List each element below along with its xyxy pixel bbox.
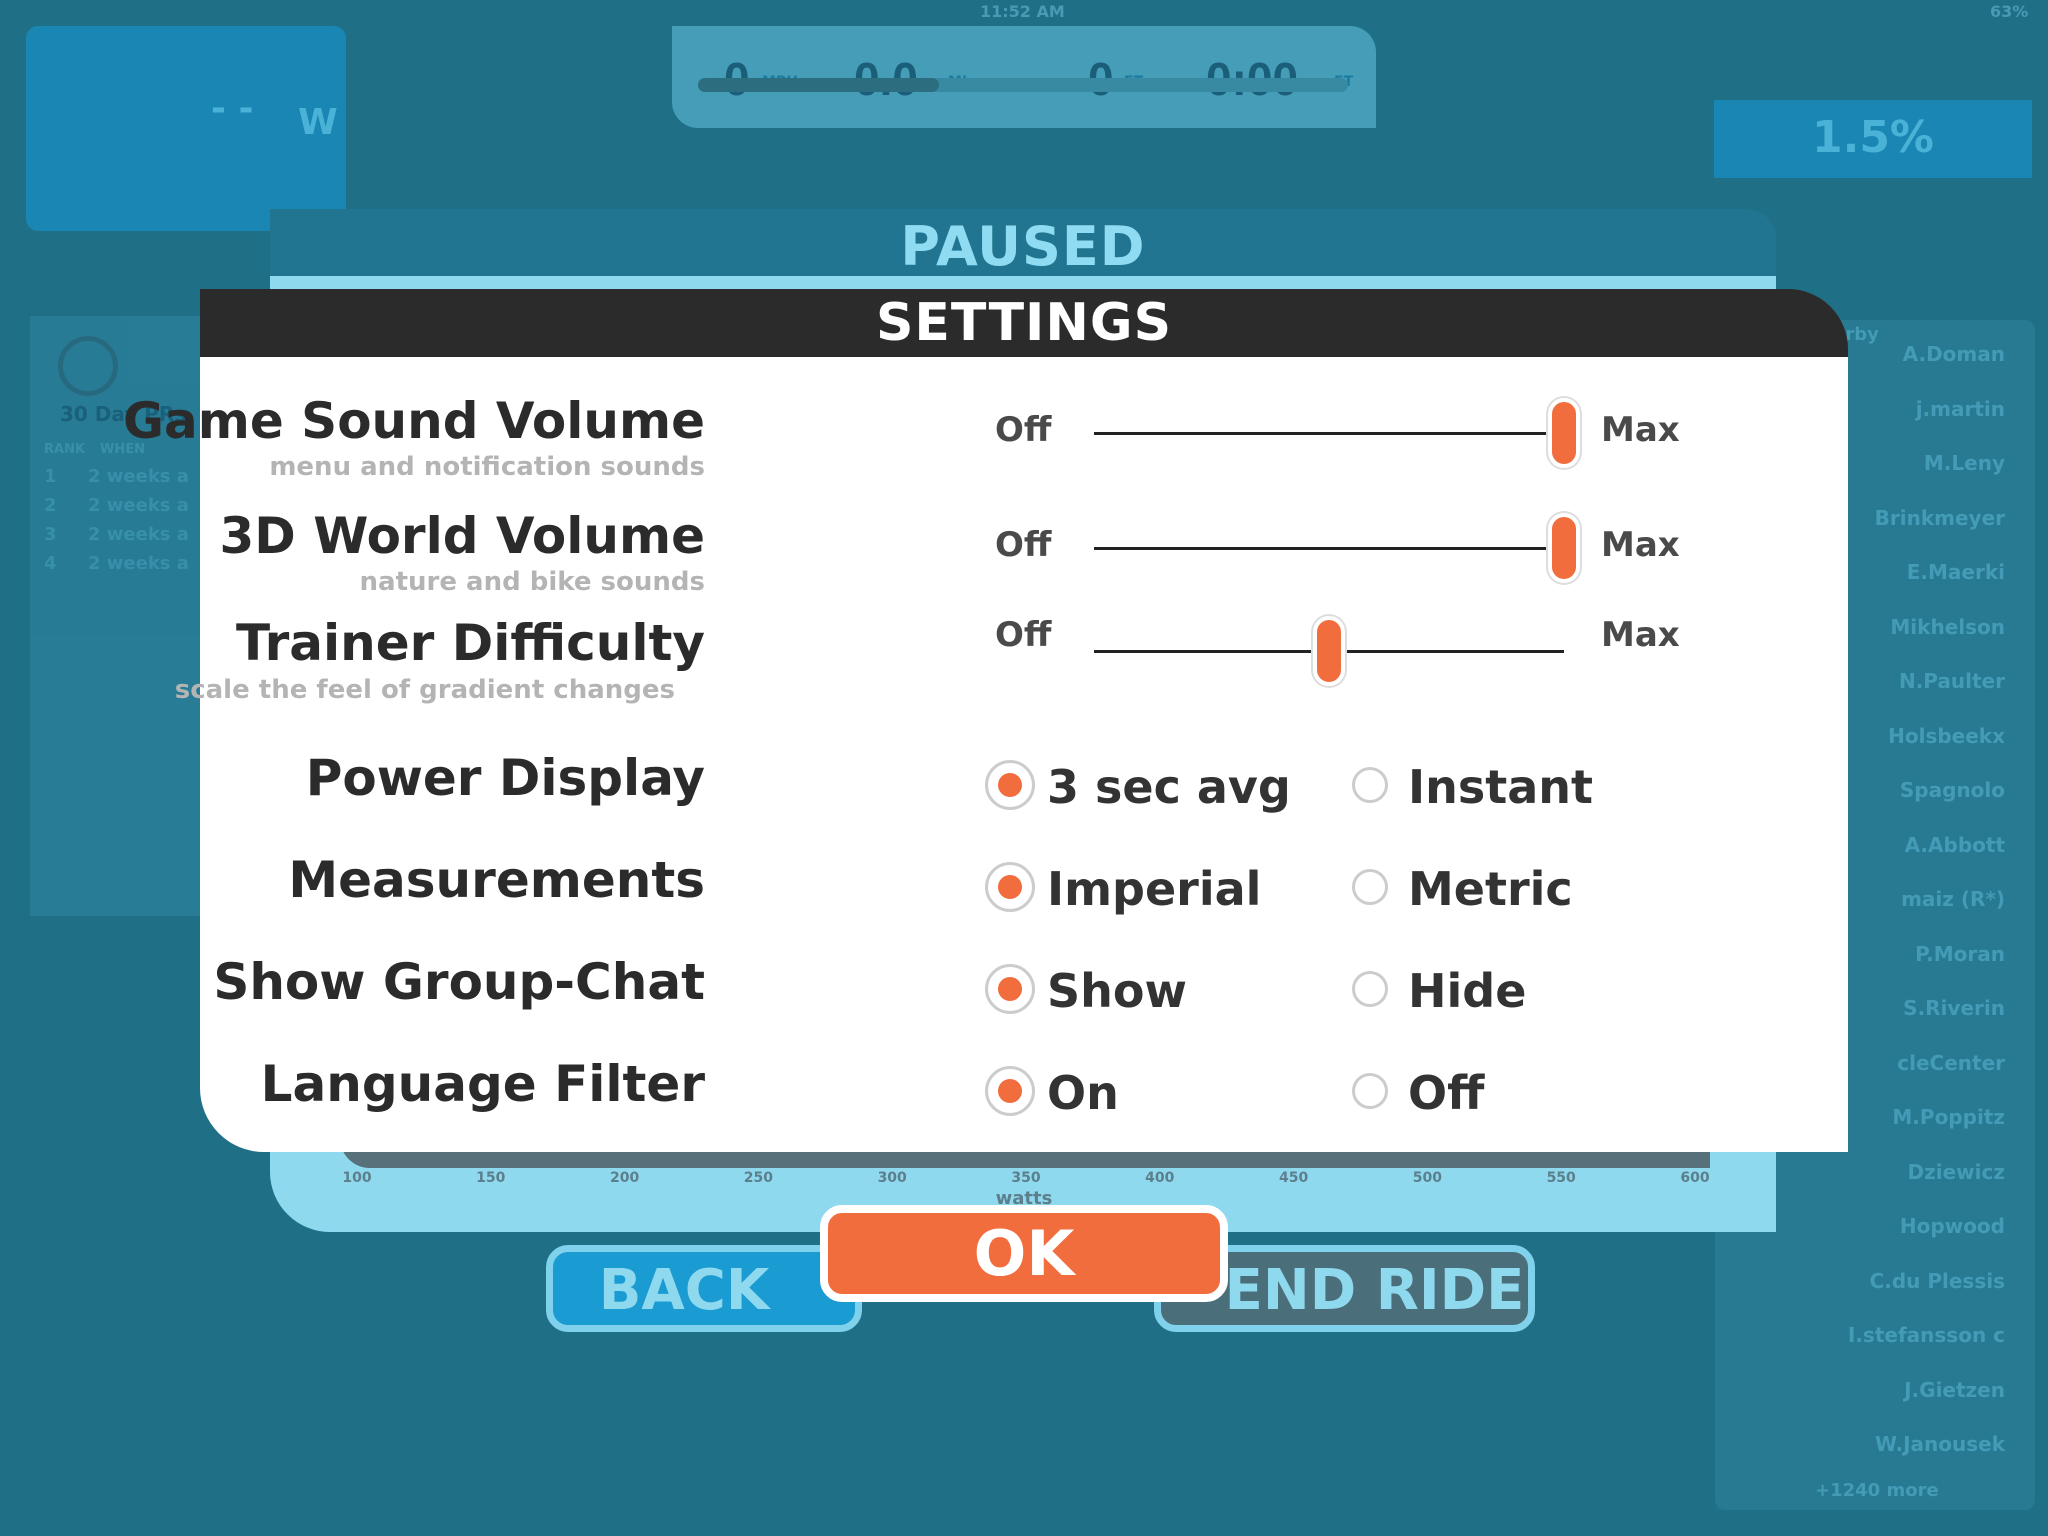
rider-name[interactable]: I.stefansson c [1848, 1323, 2005, 1347]
radio-imperial[interactable] [985, 862, 1035, 912]
rider-name[interactable]: Spagnolo [1900, 778, 2005, 802]
radio-label[interactable]: Show [1047, 964, 1187, 1018]
rider-name[interactable]: A.Abbott [1905, 833, 2005, 857]
option-label: Show Group-Chat [213, 953, 705, 1011]
ride-stats-bar: 0 MPH 0.0 MI 0 FT 0:00 ET [672, 26, 1376, 128]
rider-name[interactable]: Holsbeekx [1888, 724, 2005, 748]
axis-tick: 600 [1680, 1170, 1710, 1186]
radio-3-sec-avg[interactable] [985, 760, 1035, 810]
axis-tick: 250 [743, 1170, 774, 1186]
grade-display: 1.5% [1714, 100, 2032, 178]
axis-tick: 200 [609, 1170, 640, 1186]
option-label: Measurements [288, 851, 705, 909]
rider-name[interactable]: maiz (R*) [1901, 887, 2005, 911]
rider-name[interactable]: N.Paulter [1899, 669, 2005, 693]
back-button[interactable]: BACK [546, 1245, 862, 1332]
rider-name[interactable]: P.Moran [1915, 942, 2005, 966]
slider-thumb[interactable] [1548, 398, 1580, 468]
slider-track[interactable] [1094, 547, 1564, 550]
slider-track[interactable] [1094, 432, 1564, 435]
slider-label: Trainer Difficulty [236, 614, 705, 672]
axis-tick: 350 [1011, 1170, 1041, 1186]
slider-max-label: Max [1601, 615, 1680, 655]
option-label: Language Filter [260, 1055, 705, 1113]
slider-label: 3D World Volume [219, 507, 705, 565]
radio-label[interactable]: Instant [1408, 760, 1593, 814]
slider-sublabel: menu and notification sounds [269, 452, 705, 482]
rider-name[interactable]: S.Riverin [1903, 996, 2005, 1020]
option-label: Power Display [305, 749, 705, 807]
col-rank: RANK [44, 442, 86, 457]
radio-instant[interactable] [1352, 767, 1388, 803]
slider-max-label: Max [1601, 525, 1680, 565]
axis-tick: 100 [342, 1170, 372, 1186]
power-display: - - W [26, 26, 346, 231]
pr-rank: 3 [44, 524, 57, 545]
axis-tick: 300 [877, 1170, 907, 1186]
clock: 11:52 AM [980, 2, 1065, 21]
battery: 63% [1990, 2, 2029, 21]
radio-hide[interactable] [1352, 971, 1388, 1007]
rider-name[interactable]: cleCenter [1897, 1051, 2005, 1075]
axis-tick: 550 [1546, 1170, 1576, 1186]
axis-tick: 450 [1278, 1170, 1309, 1186]
ok-button[interactable]: OK [820, 1205, 1228, 1302]
pr-when: 2 weeks a [88, 495, 189, 516]
axis-tick: 500 [1412, 1170, 1443, 1186]
radio-label[interactable]: 3 sec avg [1047, 760, 1291, 814]
slider-thumb[interactable] [1548, 513, 1580, 583]
settings-title: SETTINGS [875, 293, 1173, 353]
grade-value: 1.5% [1811, 112, 1935, 163]
pr-rank: 2 [44, 495, 57, 516]
rider-name[interactable]: j.martin [1916, 397, 2005, 421]
axis-tick: 150 [476, 1170, 506, 1186]
rider-name[interactable]: Dziewicz [1908, 1160, 2006, 1184]
slider-thumb[interactable] [1313, 616, 1345, 686]
slider-min-label: Off [995, 615, 1052, 655]
radio-label[interactable]: On [1047, 1066, 1119, 1120]
rider-name[interactable]: Hopwood [1900, 1214, 2005, 1238]
rider-name[interactable]: Brinkmeyer [1875, 506, 2005, 530]
paused-title: PAUSED [900, 215, 1146, 278]
slider-label: Game Sound Volume [122, 392, 705, 450]
pr-when: 2 weeks a [88, 553, 189, 574]
rider-name[interactable]: Mikhelson [1890, 615, 2005, 639]
rider-name[interactable]: A.Doman [1903, 342, 2005, 366]
pr-when: 2 weeks a [88, 524, 189, 545]
slider-max-label: Max [1601, 410, 1680, 450]
pr-when: 2 weeks a [88, 466, 189, 487]
radio-label[interactable]: Off [1408, 1066, 1484, 1120]
slider-sublabel: scale the feel of gradient changes [174, 675, 675, 705]
rider-name[interactable]: E.Maerki [1907, 560, 2005, 584]
radio-label[interactable]: Imperial [1047, 862, 1261, 916]
radio-label[interactable]: Metric [1408, 862, 1573, 916]
radio-show[interactable] [985, 964, 1035, 1014]
slider-min-label: Off [995, 525, 1052, 565]
axis-tick: 400 [1145, 1170, 1175, 1186]
rider-name[interactable]: C.du Plessis [1870, 1269, 2005, 1293]
radio-label[interactable]: Hide [1408, 964, 1526, 1018]
rider-name[interactable]: J.Gietzen [1904, 1378, 2005, 1402]
rider-name[interactable]: M.Leny [1924, 451, 2005, 475]
rider-name[interactable]: W.Janousek [1875, 1432, 2005, 1456]
pr-rank: 1 [44, 466, 57, 487]
power-unit: W [298, 102, 338, 143]
radio-on[interactable] [985, 1066, 1035, 1116]
riders-more: +1240 more [1815, 1480, 1939, 1501]
settings-dialog: Game Sound Volume menu and notification s… [123, 357, 1848, 1152]
radio-off[interactable] [1352, 1073, 1388, 1109]
stopwatch-icon [58, 336, 118, 396]
power-value: - - [211, 88, 254, 129]
settings-header: SETTINGS [200, 289, 1848, 357]
radio-metric[interactable] [1352, 869, 1388, 905]
slider-sublabel: nature and bike sounds [359, 567, 705, 597]
route-progress-bar [698, 78, 1348, 92]
slider-min-label: Off [995, 410, 1052, 450]
rider-name[interactable]: M.Poppitz [1892, 1105, 2005, 1129]
pr-rank: 4 [44, 553, 57, 574]
